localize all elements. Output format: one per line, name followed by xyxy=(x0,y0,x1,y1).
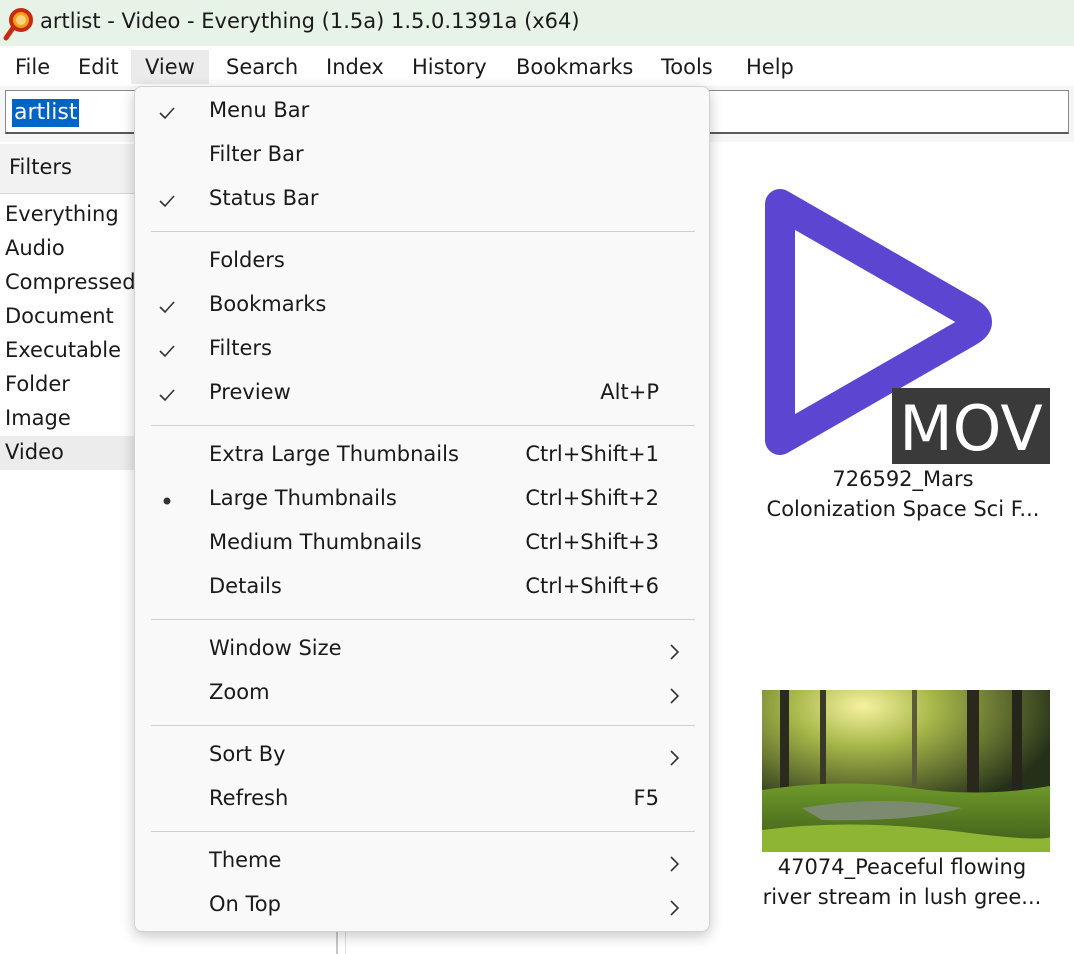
filter-video[interactable]: Video xyxy=(0,436,140,470)
menu-item-bookmarks[interactable]: Bookmarks xyxy=(135,285,709,329)
chevron-right-icon xyxy=(670,688,680,704)
result-caption-1[interactable]: 726592_Mars Colonization Space Sci F... xyxy=(753,464,1053,524)
menu-item-label: Large Thumbnails xyxy=(209,486,397,510)
bullet-icon xyxy=(163,497,171,505)
filter-audio[interactable]: Audio xyxy=(0,232,140,266)
window-title: artlist - Video - Everything (1.5a) 1.5.… xyxy=(40,9,580,33)
check-icon xyxy=(159,195,175,208)
menu-history[interactable]: History xyxy=(398,50,501,84)
menu-search[interactable]: Search xyxy=(212,50,312,84)
check-icon xyxy=(159,389,175,402)
menu-item-details[interactable]: Details Ctrl+Shift+6 xyxy=(135,567,709,611)
menu-item-shortcut: Ctrl+Shift+6 xyxy=(525,574,659,598)
menu-item-label: Extra Large Thumbnails xyxy=(209,442,459,466)
filters-title: Filters xyxy=(9,155,72,179)
menu-item-label: Sort By xyxy=(209,742,286,766)
menu-edit[interactable]: Edit xyxy=(64,50,133,84)
filter-list: Everything Audio Compressed Document Exe… xyxy=(0,198,140,470)
menu-item-label: Status Bar xyxy=(209,186,319,210)
chevron-right-icon xyxy=(670,900,680,916)
menu-item-label: Window Size xyxy=(209,636,342,660)
menu-index[interactable]: Index xyxy=(312,50,398,84)
filter-document[interactable]: Document xyxy=(0,300,140,334)
menu-item-window-size[interactable]: Window Size xyxy=(135,629,709,673)
menu-item-label: Details xyxy=(209,574,282,598)
menu-separator xyxy=(151,619,695,620)
menu-item-extra-large-thumbnails[interactable]: Extra Large Thumbnails Ctrl+Shift+1 xyxy=(135,435,709,479)
menu-bookmarks[interactable]: Bookmarks xyxy=(502,50,647,84)
menu-tools[interactable]: Tools xyxy=(647,50,727,84)
menu-item-status-bar[interactable]: Status Bar xyxy=(135,179,709,223)
menu-item-shortcut: Alt+P xyxy=(600,380,659,404)
result-caption-1-line1: 726592_Mars xyxy=(832,467,974,491)
check-icon xyxy=(159,107,175,120)
menu-item-shortcut: F5 xyxy=(633,786,659,810)
menu-item-shortcut: Ctrl+Shift+3 xyxy=(525,530,659,554)
view-menu: Menu Bar Filter Bar Status Bar Folders Bookm… xyxy=(134,86,710,932)
filters-header: Filters xyxy=(0,144,140,194)
menu-item-shortcut: Ctrl+Shift+2 xyxy=(525,486,659,510)
result-caption-2-line2: river stream in lush gree... xyxy=(762,885,1042,909)
filter-everything[interactable]: Everything xyxy=(0,198,140,232)
everything-app-icon xyxy=(3,8,33,41)
title-bar: artlist - Video - Everything (1.5a) 1.5.… xyxy=(0,0,1074,46)
mov-badge-text: MOV xyxy=(899,392,1043,465)
result-caption-2[interactable]: 47074_Peaceful flowing river stream in l… xyxy=(752,852,1052,912)
menu-item-zoom[interactable]: Zoom xyxy=(135,673,709,717)
menu-item-shortcut: Ctrl+Shift+1 xyxy=(525,442,659,466)
forest-thumbnail[interactable] xyxy=(762,690,1050,852)
menu-item-large-thumbnails[interactable]: Large Thumbnails Ctrl+Shift+2 xyxy=(135,479,709,523)
filter-folder[interactable]: Folder xyxy=(0,368,140,402)
menu-separator xyxy=(151,725,695,726)
chevron-right-icon xyxy=(670,750,680,766)
menu-separator xyxy=(151,831,695,832)
menu-item-label: Medium Thumbnails xyxy=(209,530,422,554)
menu-separator xyxy=(151,231,695,232)
menu-separator xyxy=(151,425,695,426)
check-icon xyxy=(159,301,175,314)
search-text: artlist xyxy=(12,99,80,127)
menu-item-label: Filters xyxy=(209,336,272,360)
chevron-right-icon xyxy=(670,644,680,660)
menu-view[interactable]: View xyxy=(131,50,209,84)
video-play-icon[interactable]: MOV xyxy=(758,174,1054,466)
menu-item-label: Folders xyxy=(209,248,285,272)
menu-item-label: Theme xyxy=(209,848,282,872)
check-icon xyxy=(159,345,175,358)
menu-item-menu-bar[interactable]: Menu Bar xyxy=(135,91,709,135)
pane-splitter[interactable] xyxy=(336,930,346,954)
menu-item-label: Refresh xyxy=(209,786,289,810)
menu-item-preview[interactable]: Preview Alt+P xyxy=(135,373,709,417)
menu-item-filters[interactable]: Filters xyxy=(135,329,709,373)
menu-item-label: Filter Bar xyxy=(209,142,304,166)
menu-item-label: Zoom xyxy=(209,680,270,704)
menu-item-on-top[interactable]: On Top xyxy=(135,885,709,929)
menu-item-sort-by[interactable]: Sort By xyxy=(135,735,709,779)
menu-item-label: Bookmarks xyxy=(209,292,327,316)
menu-file[interactable]: File xyxy=(1,50,64,84)
menu-item-filter-bar[interactable]: Filter Bar xyxy=(135,135,709,179)
menu-item-refresh[interactable]: Refresh F5 xyxy=(135,779,709,823)
menu-item-medium-thumbnails[interactable]: Medium Thumbnails Ctrl+Shift+3 xyxy=(135,523,709,567)
filter-compressed[interactable]: Compressed xyxy=(0,266,140,300)
menu-item-theme[interactable]: Theme xyxy=(135,841,709,885)
filter-image[interactable]: Image xyxy=(0,402,140,436)
result-caption-2-line1: 47074_Peaceful flowing xyxy=(777,855,1027,879)
result-caption-1-line2: Colonization Space Sci F... xyxy=(766,497,1040,521)
menu-item-label: Menu Bar xyxy=(209,98,310,122)
menu-item-folders[interactable]: Folders xyxy=(135,241,709,285)
menu-help[interactable]: Help xyxy=(732,50,808,84)
filter-executable[interactable]: Executable xyxy=(0,334,140,368)
menu-bar: File Edit View Search Index History Book… xyxy=(0,46,1074,86)
menu-item-label: On Top xyxy=(209,892,281,916)
menu-item-label: Preview xyxy=(209,380,291,404)
chevron-right-icon xyxy=(670,856,680,872)
